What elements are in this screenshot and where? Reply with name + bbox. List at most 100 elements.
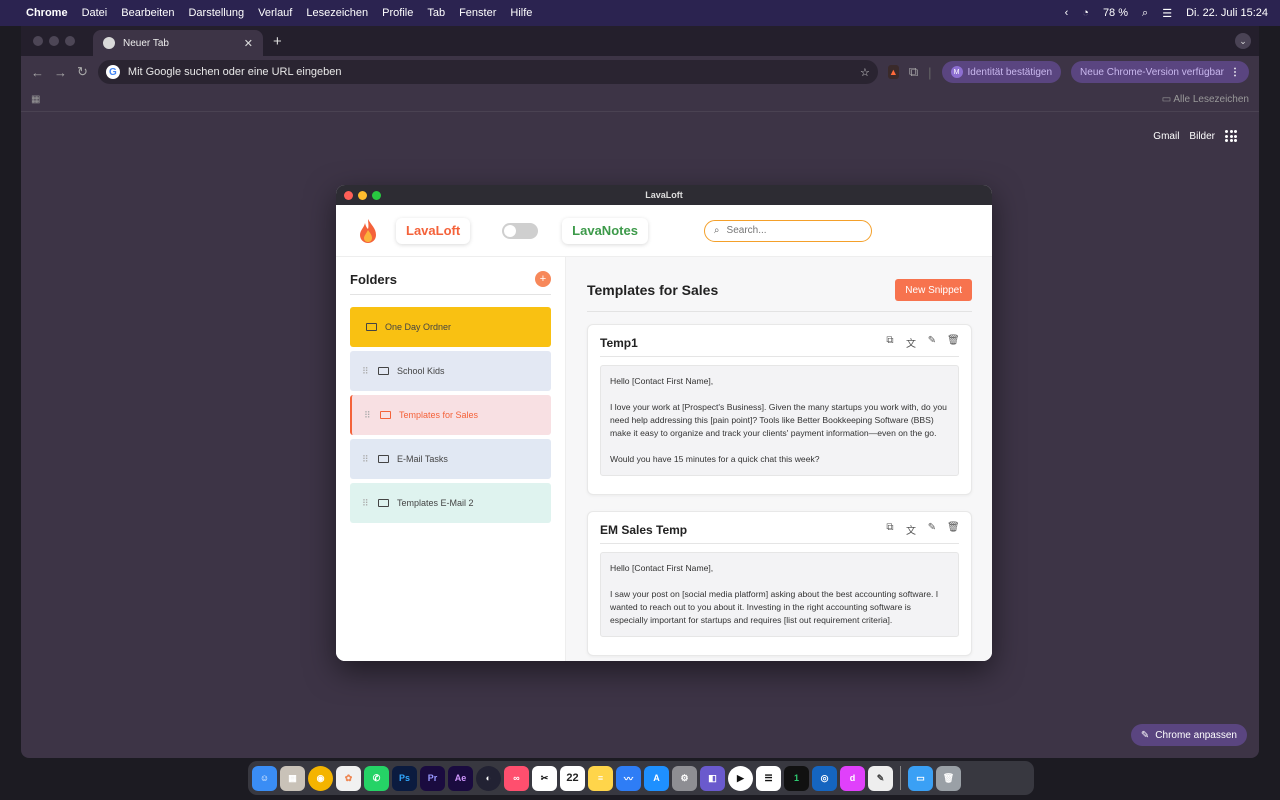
google-apps-icon[interactable] [1225, 130, 1237, 142]
menu-profiles[interactable]: Profile [382, 7, 413, 19]
menubar-clock[interactable]: Di. 22. Juli 15:24 [1186, 7, 1268, 19]
calendar-icon[interactable]: 22 [560, 765, 585, 791]
menu-app-name[interactable]: Chrome [26, 7, 68, 19]
snippet-paragraph: I saw your post on [social media platfor… [610, 589, 939, 625]
menu-bookmarks[interactable]: Lesezeichen [306, 7, 368, 19]
design-app-icon[interactable]: d [840, 765, 865, 791]
bookmarks-bar: ▦ ▭ Alle Lesezeichen [21, 88, 1259, 112]
folder-school-kids[interactable]: ⠿ School Kids [350, 351, 551, 391]
window-controls [33, 36, 75, 46]
mode-toggle[interactable] [502, 222, 539, 239]
cinema4d-icon[interactable]: ◐ [476, 765, 501, 791]
new-snippet-button[interactable]: New Snippet [895, 279, 972, 301]
lavaloft-extension-icon[interactable]: ▲ [887, 65, 899, 79]
snippet-paragraph: I love your work at [Prospect's Business… [610, 402, 947, 438]
reload-icon[interactable]: ↻ [77, 64, 88, 80]
one-app-icon[interactable]: 1 [784, 765, 809, 791]
identity-button[interactable]: M Identität bestätigen [941, 61, 1062, 83]
menu-tab[interactable]: Tab [427, 7, 445, 19]
update-chrome-button[interactable]: Neue Chrome-Version verfügbar ⋮ [1071, 61, 1249, 83]
bookmark-star-icon[interactable]: ☆ [860, 66, 870, 79]
menu-file[interactable]: Datei [82, 7, 108, 19]
system-settings-icon[interactable]: ⚙ [672, 765, 697, 791]
search-input[interactable] [726, 225, 847, 236]
zoom-window-button[interactable] [65, 36, 75, 46]
customize-chrome-button[interactable]: ✎ Chrome anpassen [1130, 724, 1247, 746]
photos-icon[interactable]: ✿ [336, 765, 361, 791]
drag-handle-icon[interactable]: ⠿ [364, 410, 380, 421]
lavaloft-mode-button[interactable]: LavaLoft [396, 217, 471, 244]
drag-handle-icon[interactable]: ⠿ [362, 454, 378, 465]
launchpad-icon[interactable]: ▦ [280, 765, 305, 791]
menu-window[interactable]: Fenster [459, 7, 496, 19]
edit-icon[interactable]: ✎ [926, 522, 938, 537]
snippet-body[interactable]: Hello [Contact First Name], I love your … [600, 365, 959, 476]
drag-handle-icon[interactable]: ⠿ [362, 498, 378, 509]
after-effects-icon[interactable]: Ae [448, 765, 473, 791]
delete-icon[interactable]: 🗑 [947, 335, 960, 350]
menubar-status: ‹ ◔ 78 % ⌕ ☰ Di. 22. Juli 15:24 [1065, 7, 1268, 20]
copy-icon[interactable]: ⧉ [884, 335, 896, 350]
close-window-button[interactable] [33, 36, 43, 46]
control-center-icon[interactable]: ☰ [1162, 7, 1172, 20]
player-icon[interactable]: ▶ [728, 765, 753, 791]
script-editor-icon[interactable]: ✎ [868, 765, 893, 791]
premiere-icon[interactable]: Pr [420, 765, 445, 791]
all-bookmarks-button[interactable]: ▭ Alle Lesezeichen [1162, 94, 1249, 105]
battery-percent[interactable]: 78 % [1103, 7, 1128, 19]
tab-search-icon[interactable]: ⌄ [1235, 33, 1251, 49]
ai-app-icon[interactable]: ◧ [700, 765, 725, 791]
back-icon[interactable]: ← [31, 65, 44, 80]
freeform-icon[interactable]: 〰 [616, 765, 641, 791]
tab-new-tab[interactable]: Neuer Tab ✕ [93, 30, 263, 56]
delete-icon[interactable]: 🗑 [947, 522, 960, 537]
app-store-icon[interactable]: A [644, 765, 669, 791]
creative-cloud-icon[interactable]: ∞ [504, 765, 529, 791]
new-tab-button[interactable]: + [273, 33, 282, 50]
downloads-folder-icon[interactable]: ▭ [908, 765, 933, 791]
folder-one-day-ordner[interactable]: One Day Ordner [350, 307, 551, 347]
trash-icon[interactable]: 🗑 [936, 765, 961, 791]
folder-templates-for-sales[interactable]: ⠿ Templates for Sales [350, 395, 551, 435]
photoshop-icon[interactable]: Ps [392, 765, 417, 791]
forward-icon[interactable]: → [54, 65, 67, 80]
app-header: LavaLoft LavaNotes ⌕ [336, 205, 992, 257]
translate-icon[interactable]: 文 [905, 522, 917, 537]
whatsapp-icon[interactable]: ✆ [364, 765, 389, 791]
pencil-icon: ✎ [1140, 729, 1150, 741]
finder-icon[interactable]: ☺ [252, 765, 277, 791]
omnibox[interactable]: G Mit Google suchen oder eine URL eingeb… [97, 60, 878, 84]
extensions-puzzle-icon[interactable]: ⧉ [909, 64, 918, 80]
close-tab-icon[interactable]: ✕ [244, 37, 253, 50]
search-icon[interactable]: ⌕ [1142, 7, 1148, 20]
gmail-link[interactable]: Gmail [1153, 131, 1179, 142]
webex-icon[interactable]: ◎ [812, 765, 837, 791]
edit-icon[interactable]: ✎ [926, 335, 938, 350]
chrome-icon[interactable]: ◉ [308, 765, 333, 791]
snippet-body[interactable]: Hello [Contact First Name], I saw your p… [600, 552, 959, 637]
notes-icon[interactable]: ≡ [588, 765, 613, 791]
folder-templates-email-2[interactable]: ⠿ Templates E-Mail 2 [350, 483, 551, 523]
minimize-window-button[interactable] [49, 36, 59, 46]
folder-email-tasks[interactable]: ⠿ E-Mail Tasks [350, 439, 551, 479]
list-app-icon[interactable]: ☰ [756, 765, 781, 791]
menu-edit[interactable]: Bearbeiten [121, 7, 174, 19]
kebab-menu-icon[interactable]: ⋮ [1230, 67, 1240, 78]
chevron-left-icon[interactable]: ‹ [1065, 7, 1069, 19]
menu-history[interactable]: Verlauf [258, 7, 292, 19]
snippet-tools: ⧉ 文 ✎ 🗑 [884, 522, 959, 537]
capcut-icon[interactable]: ✂ [532, 765, 557, 791]
apps-icon[interactable]: ▦ [31, 94, 40, 105]
drag-handle-icon[interactable]: ⠿ [362, 366, 378, 377]
timer-icon[interactable]: ◔ [1082, 7, 1089, 19]
translate-icon[interactable]: 文 [905, 335, 917, 350]
search-box: ⌕ [703, 219, 872, 242]
copy-icon[interactable]: ⧉ [884, 522, 896, 537]
add-folder-button[interactable]: + [535, 271, 551, 287]
images-link[interactable]: Bilder [1189, 131, 1215, 142]
menu-help[interactable]: Hilfe [510, 7, 532, 19]
lavanotes-mode-button[interactable]: LavaNotes [562, 217, 648, 244]
menu-view[interactable]: Darstellung [188, 7, 244, 19]
app-titlebar: LavaLoft [336, 185, 992, 205]
macos-dock: ☺ ▦ ◉ ✿ ✆ Ps Pr Ae ◐ ∞ ✂ 22 ≡ 〰 A ⚙ ◧ ▶ … [248, 761, 1034, 795]
